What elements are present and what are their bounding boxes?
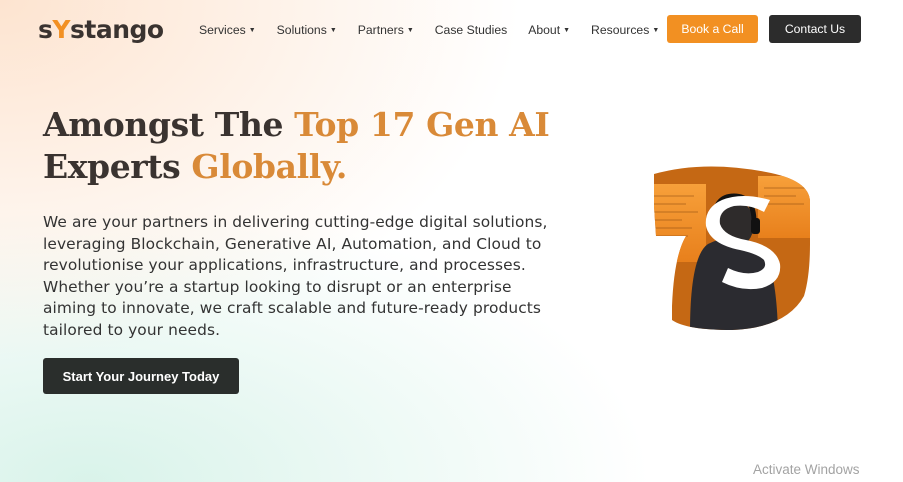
nav-item-label: Case Studies (434, 23, 508, 37)
developer-s-illustration (654, 166, 810, 331)
contact-us-button[interactable]: Contact Us (769, 15, 861, 43)
nav-item-label: Partners (357, 23, 404, 37)
nav-item-label: Solutions (276, 23, 327, 37)
caret-down-icon: ▼ (652, 27, 660, 34)
nav-item-partners[interactable]: Partners ▼ (358, 23, 414, 37)
caret-down-icon: ▼ (248, 27, 256, 34)
s-shape (654, 166, 810, 331)
caret-down-icon: ▼ (563, 27, 571, 34)
systango-logo[interactable]: s Ystango (38, 12, 164, 46)
nav-item-solutions[interactable]: Solutions ▼ (277, 23, 337, 37)
start-journey-button[interactable]: Start Your Journey Today (43, 358, 239, 394)
nav-item-label: About (528, 23, 561, 37)
nav-item-about[interactable]: About ▼ (528, 23, 570, 37)
logo-text: stango (70, 14, 164, 44)
nav-item-case-studies[interactable]: Case Studies (435, 23, 508, 37)
logo-letter-s: s (38, 14, 53, 44)
headline-accent: Globally. (191, 147, 347, 186)
main-nav: Services ▼ Solutions ▼ Partners ▼ Case Stud… (199, 21, 680, 39)
headline-part: Amongst The (43, 105, 295, 144)
hero-illustration (646, 136, 814, 332)
nav-item-services[interactable]: Services ▼ (199, 23, 256, 37)
headline-part: Experts (43, 147, 192, 186)
nav-item-resources[interactable]: Resources ▼ (591, 23, 659, 37)
hero-description: We are your partners in delivering cutti… (43, 213, 548, 339)
activate-windows-watermark: Activate Windows (753, 462, 860, 477)
hero-headline: Amongst The Top 17 Gen AI Experts Global… (43, 104, 563, 188)
nav-item-label: Services (199, 23, 246, 37)
caret-down-icon: ▼ (329, 27, 337, 34)
book-a-call-button[interactable]: Book a Call (667, 15, 758, 43)
nav-item-label: Resources (591, 23, 650, 37)
headline-accent: Top 17 Gen AI (294, 105, 550, 144)
caret-down-icon: ▼ (406, 27, 414, 34)
logo-letter-y: Y (52, 14, 70, 44)
